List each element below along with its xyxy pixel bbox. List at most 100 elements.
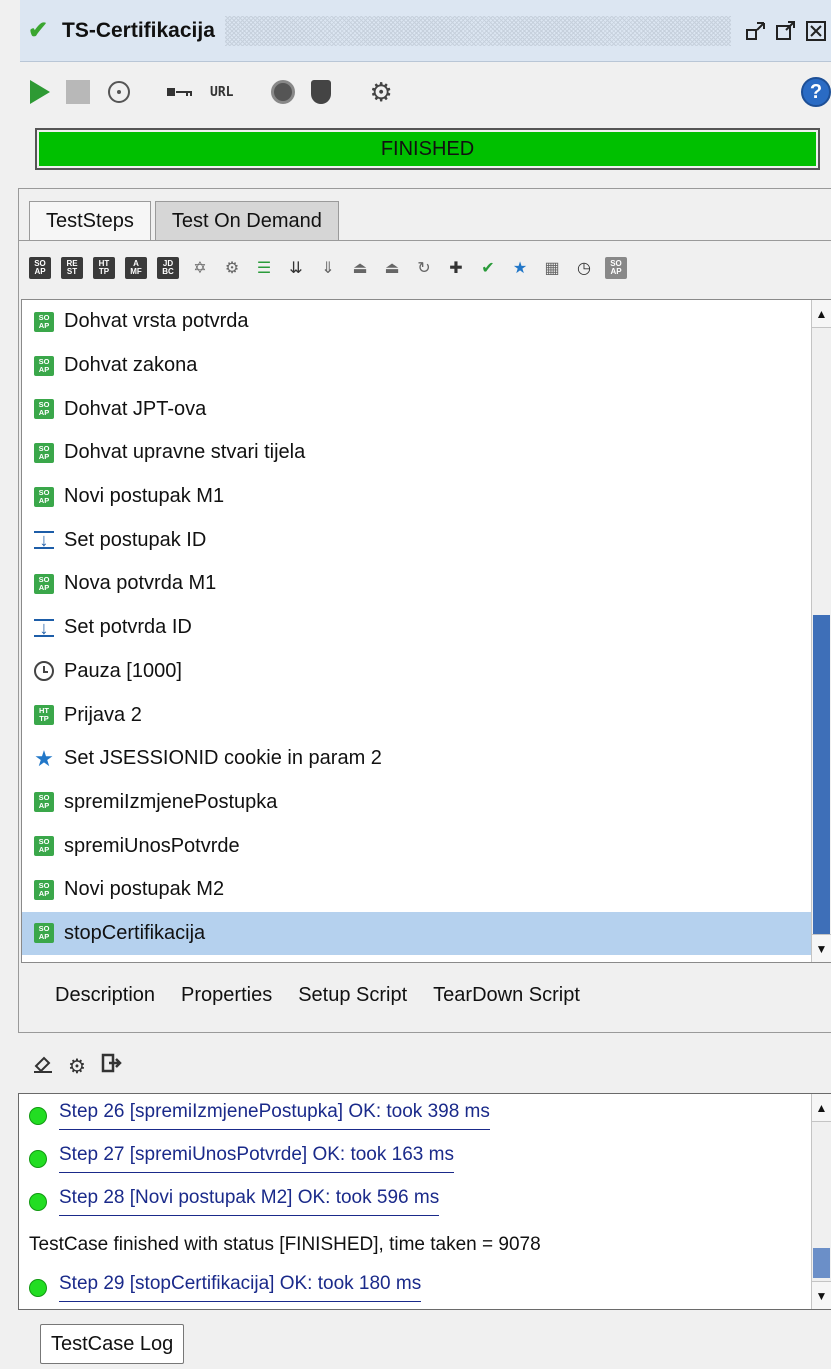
step-label: Dohvat JPT-ova (64, 397, 207, 420)
soap-icon: SO AP (34, 486, 54, 507)
status-ok-icon (29, 1278, 47, 1297)
stop-icon[interactable] (66, 80, 90, 104)
main-toolbar: URL ⚙ ? (20, 64, 831, 120)
property-transfer-icon: ↓ (34, 531, 54, 550)
list-item[interactable]: SO AP Dohvat JPT-ova (22, 387, 831, 431)
add-run-testcase-icon[interactable]: ⏏ (349, 257, 371, 279)
log-toolbar: ⚙ (32, 1052, 122, 1080)
help-icon[interactable]: ? (801, 77, 831, 107)
add-grid-step-icon[interactable]: ▦ (541, 257, 563, 279)
scroll-up-arrow-icon[interactable]: ▲ (812, 300, 831, 328)
list-item[interactable]: ↓ Set potvrda ID (22, 606, 831, 650)
add-jdbc-step-icon[interactable]: JD BC (157, 257, 179, 279)
step-label: Novi postupak M2 (64, 878, 225, 901)
step-label: stopCertifikacija (64, 921, 206, 944)
list-item-selected[interactable]: SO AP stopCertifikacija (22, 911, 831, 956)
teststeps-list: SO AP Dohvat vrsta potvrda SO AP Dohvat zako… (21, 299, 831, 963)
list-item[interactable]: SO AP Novi postupak M1 (22, 475, 831, 519)
tab-testcase-log[interactable]: TestCase Log (40, 1324, 185, 1364)
log-entry[interactable]: Step 28 [Novi postupak M2] OK: took 596 … (19, 1180, 831, 1223)
log-entry[interactable]: Step 26 [spremiIzmjenePostupka] OK: took… (19, 1094, 831, 1137)
list-item[interactable]: SO AP Dohvat zakona (22, 344, 831, 388)
scroll-down-arrow-icon[interactable]: ▼ (812, 934, 831, 962)
key-icon[interactable] (166, 76, 194, 108)
scroll-thumb[interactable] (813, 1248, 830, 1278)
add-mock-response-icon[interactable]: ↻ (413, 257, 435, 279)
tab-test-on-demand[interactable]: Test On Demand (154, 201, 339, 241)
step-label: Prijava 2 (64, 703, 142, 726)
scroll-thumb[interactable] (813, 615, 830, 940)
titlebar-drag-area[interactable] (224, 15, 731, 46)
gear-icon[interactable]: ⚙ (68, 1054, 86, 1079)
testcase-log: Step 26 [spremiIzmjenePostupka] OK: took… (18, 1093, 831, 1310)
window-title: TS-Certifikacija (62, 18, 215, 42)
add-clock-icon[interactable]: ◷ (573, 257, 595, 279)
checkmark-icon: ✔ (28, 17, 49, 44)
list-item[interactable]: SO AP Novi postupak M2 (22, 868, 831, 912)
step-label: Nova potvrda M1 (64, 572, 217, 595)
step-label: Set JSESSIONID cookie in param 2 (64, 747, 382, 770)
list-item[interactable]: ↓ Set postupak ID (22, 518, 831, 562)
add-delay-icon[interactable]: ⏏ (381, 257, 403, 279)
tab-properties[interactable]: Properties (181, 984, 272, 1007)
list-item[interactable]: SO AP spremiIzmjenePostupka (22, 781, 831, 825)
add-graphql-step-icon[interactable]: ✡ (189, 257, 211, 279)
log-link[interactable]: Step 26 [spremiIzmjenePostupka] OK: took… (59, 1101, 490, 1130)
add-rest-step-icon[interactable]: RE ST (61, 257, 83, 279)
list-item[interactable]: SO AP spremiUnosPotvrde (22, 824, 831, 868)
add-assertion-icon[interactable]: ✔ (477, 257, 499, 279)
list-item[interactable]: SO AP Dohvat vrsta potvrda (22, 300, 831, 344)
soap-icon: SO AP (34, 311, 54, 332)
run-icon[interactable] (30, 80, 50, 104)
add-amf-step-icon[interactable]: A MF (125, 257, 147, 279)
tab-teardown-script[interactable]: TearDown Script (433, 984, 580, 1007)
close-icon[interactable] (801, 16, 831, 46)
maximize-icon[interactable] (771, 16, 801, 46)
add-conditional-goto-icon[interactable]: ⇓ (317, 257, 339, 279)
tab-teststeps[interactable]: TestSteps (29, 201, 151, 241)
add-step-toolbar: SO AP RE ST HT TP A MF JD BC ✡ ⚙ ☰ ⇊ ⇓ ⏏ ⏏ ↻ … (29, 247, 637, 289)
eraser-icon[interactable] (32, 1052, 54, 1080)
add-star-step-icon[interactable]: ★ (509, 257, 531, 279)
step-label: spremiUnosPotvrde (64, 834, 240, 857)
log-entry: TestCase finished with status [FINISHED]… (19, 1223, 831, 1266)
soap-icon: SO AP (34, 399, 54, 420)
list-item[interactable]: SO AP Dohvat upravne stvari tijela (22, 431, 831, 475)
add-groovy-script-icon[interactable]: ✚ (445, 257, 467, 279)
add-http-step-icon[interactable]: HT TP (93, 257, 115, 279)
log-message: TestCase finished with status [FINISHED]… (29, 1233, 541, 1255)
add-properties-step-icon[interactable]: ⚙ (221, 257, 243, 279)
shield-icon[interactable] (311, 80, 332, 104)
step-label: Set postupak ID (64, 528, 207, 551)
gear-icon[interactable]: ⚙ (369, 77, 392, 108)
status-text: FINISHED (380, 137, 475, 160)
log-link[interactable]: Step 27 [spremiUnosPotvrde] OK: took 163… (59, 1144, 454, 1173)
log-entry[interactable]: Step 29 [stopCertifikacija] OK: took 180… (19, 1266, 831, 1309)
add-list-step-icon[interactable]: ☰ (253, 257, 275, 279)
star-icon: ★ (34, 745, 54, 771)
clock-icon (34, 661, 54, 682)
gauge-icon[interactable] (271, 80, 296, 104)
add-property-transfer-icon[interactable]: ⇊ (285, 257, 307, 279)
log-link[interactable]: Step 29 [stopCertifikacija] OK: took 180… (59, 1273, 422, 1302)
log-scrollbar[interactable]: ▲ ▼ (811, 1094, 831, 1309)
url-icon[interactable]: URL (210, 76, 233, 108)
list-item[interactable]: HT TP Prijava 2 (22, 693, 831, 737)
log-entry[interactable]: Step 27 [spremiUnosPotvrde] OK: took 163… (19, 1137, 831, 1180)
list-item[interactable]: SO AP Nova potvrda M1 (22, 562, 831, 606)
export-icon[interactable] (100, 1052, 122, 1080)
restore-icon[interactable] (741, 16, 771, 46)
add-soap-step-icon-2[interactable]: SO AP (605, 257, 627, 279)
add-soap-step-icon[interactable]: SO AP (29, 257, 51, 279)
loadtest-target-icon[interactable] (108, 81, 130, 103)
tab-description[interactable]: Description (55, 984, 155, 1007)
log-link[interactable]: Step 28 [Novi postupak M2] OK: took 596 … (59, 1187, 440, 1216)
scroll-down-arrow-icon[interactable]: ▼ (812, 1281, 831, 1309)
list-item[interactable]: Pauza [1000] (22, 650, 831, 694)
tab-setup-script[interactable]: Setup Script (298, 984, 407, 1007)
step-detail-tabs: Description Properties Setup Script Tear… (55, 984, 580, 1007)
steps-scrollbar[interactable]: ▲ ▼ (811, 300, 831, 962)
progress-bar: FINISHED (35, 128, 820, 170)
scroll-up-arrow-icon[interactable]: ▲ (812, 1094, 831, 1122)
list-item[interactable]: ★ Set JSESSIONID cookie in param 2 (22, 737, 831, 781)
